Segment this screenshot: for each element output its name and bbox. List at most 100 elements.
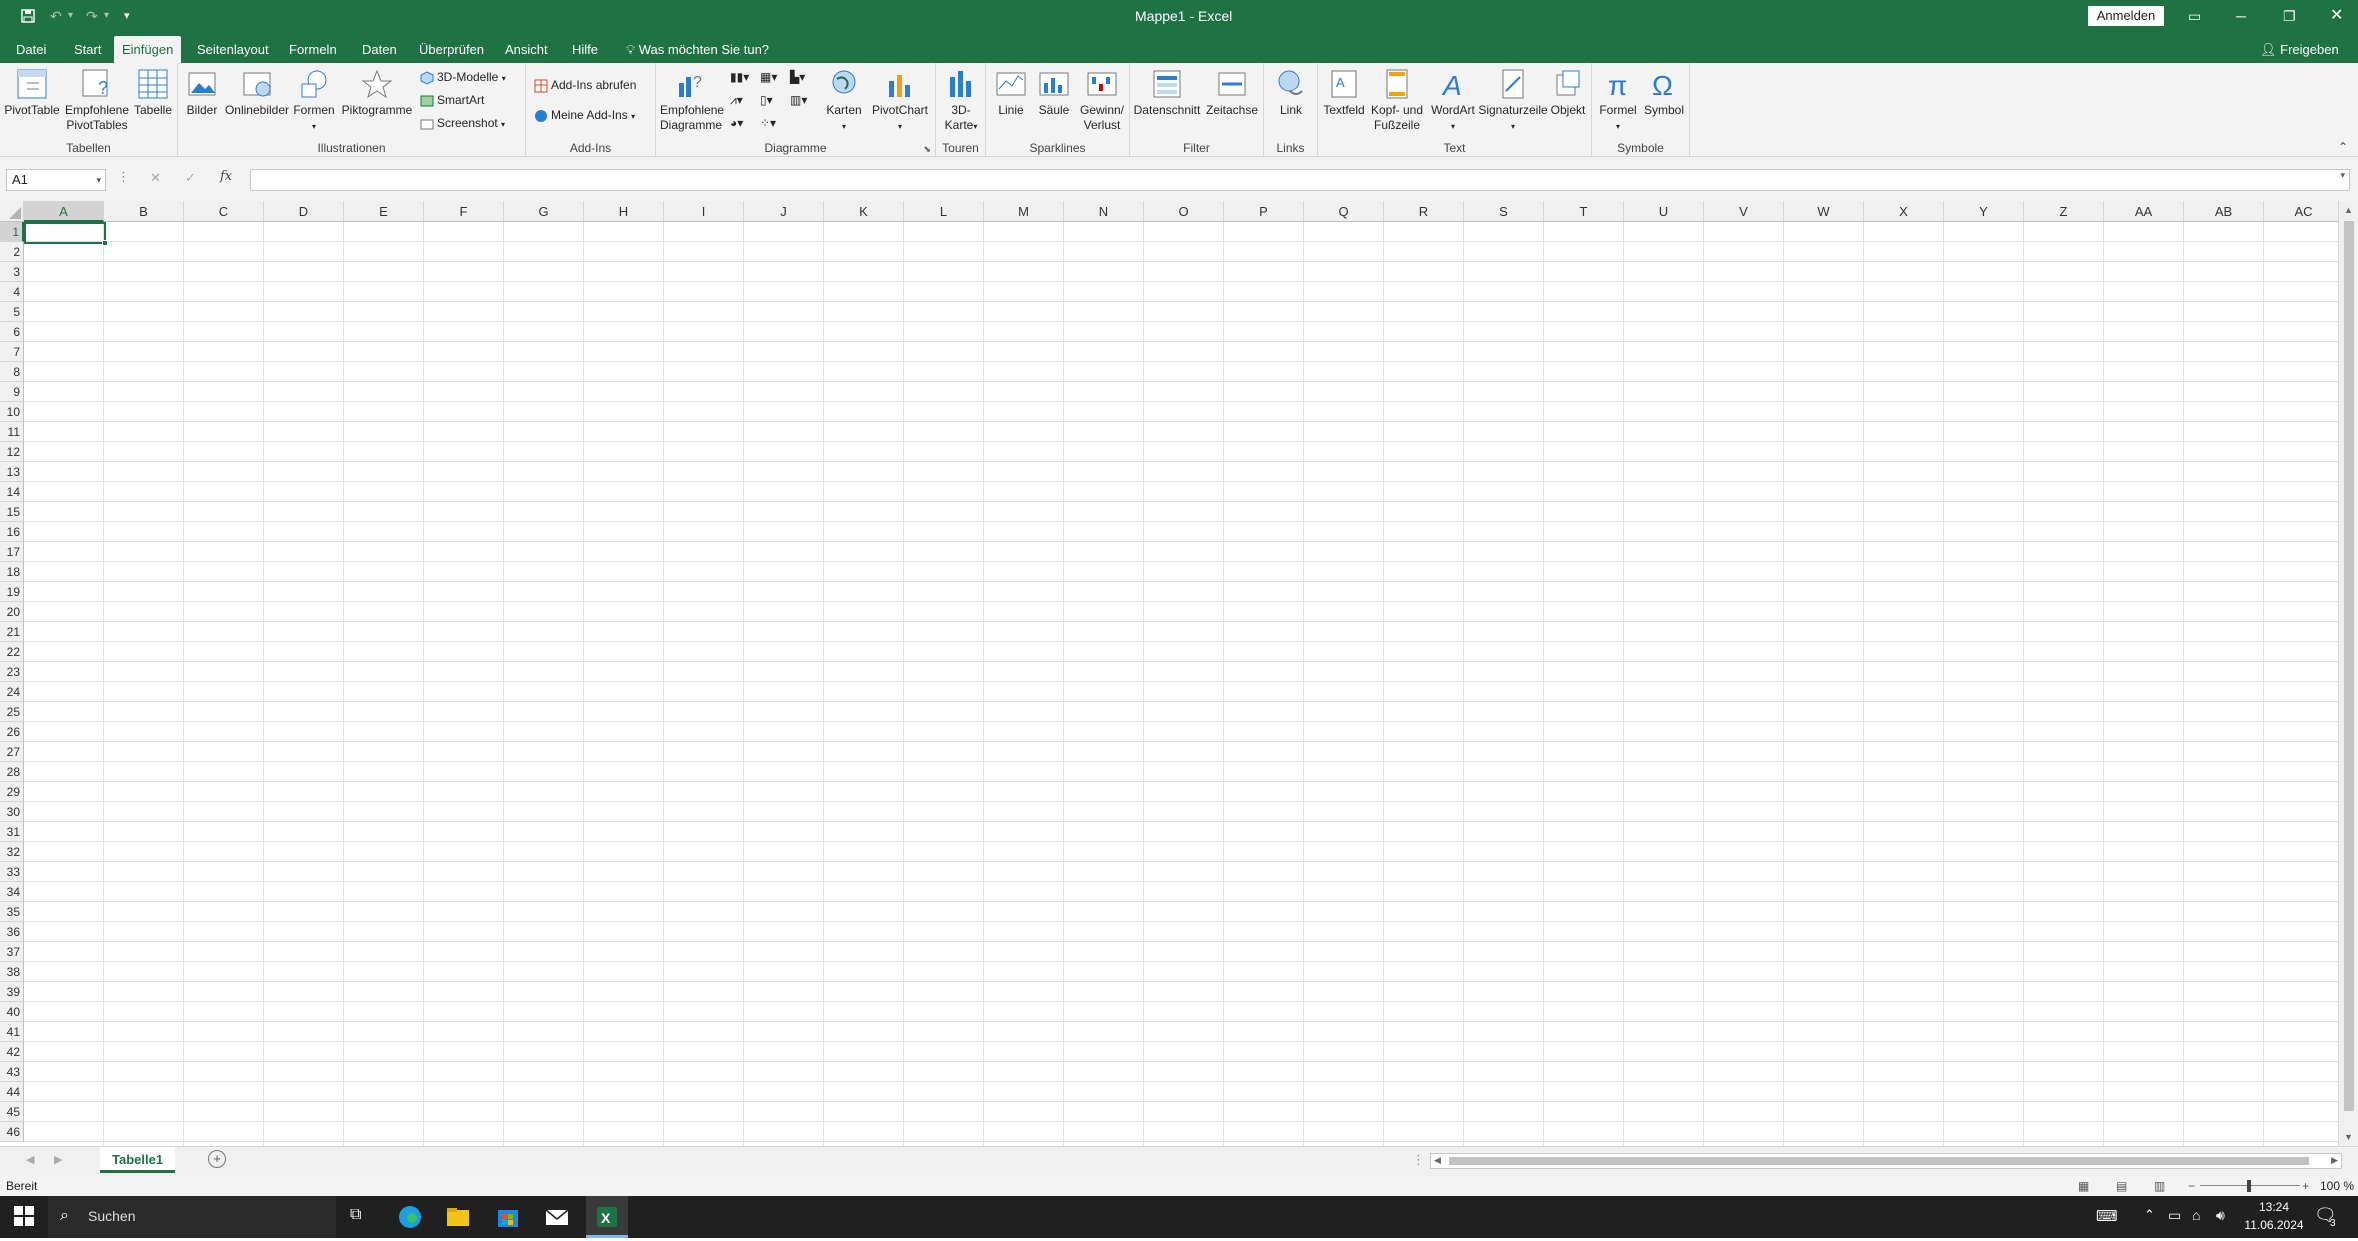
statistic-chart-icon[interactable]: ▯▾: [760, 90, 773, 110]
column-header-u[interactable]: U: [1624, 201, 1704, 222]
row-header-25[interactable]: 25: [0, 702, 24, 722]
online-pictures-button[interactable]: Onlinebilder: [224, 67, 290, 118]
row-header-33[interactable]: 33: [0, 862, 24, 882]
sparkline-line-button[interactable]: Linie: [990, 67, 1032, 118]
close-icon[interactable]: ✕: [2330, 0, 2343, 32]
column-chart-icon[interactable]: ▮▮▾: [730, 67, 749, 87]
icons-button[interactable]: Piktogramme: [340, 67, 414, 118]
select-all-corner[interactable]: [0, 201, 24, 222]
pictures-button[interactable]: Bilder: [182, 67, 222, 118]
edge-icon[interactable]: [398, 1205, 422, 1232]
minimize-icon[interactable]: ─: [2236, 0, 2246, 32]
textbox-button[interactable]: A Textfeld: [1320, 67, 1368, 118]
expand-formula-icon[interactable]: ▾: [2340, 170, 2345, 181]
row-header-6[interactable]: 6: [0, 322, 24, 342]
file-explorer-icon[interactable]: [446, 1206, 470, 1231]
row-header-10[interactable]: 10: [0, 402, 24, 422]
windows-start-icon[interactable]: [14, 1206, 34, 1229]
row-header-12[interactable]: 12: [0, 442, 24, 462]
column-header-a[interactable]: A: [24, 201, 104, 222]
column-header-t[interactable]: T: [1544, 201, 1624, 222]
insert-function-icon[interactable]: fx: [220, 169, 232, 184]
undo-dropdown-icon[interactable]: ▾: [68, 0, 73, 32]
waterfall-chart-icon[interactable]: ▙▾: [790, 67, 805, 87]
tab-einfuegen[interactable]: Einfügen: [114, 36, 182, 63]
recommended-pivottables-button[interactable]: ? Empfohlene PivotTables: [62, 67, 132, 133]
column-header-ac[interactable]: AC: [2264, 201, 2344, 222]
collapse-ribbon-icon[interactable]: ⌃: [2338, 140, 2348, 154]
row-header-18[interactable]: 18: [0, 562, 24, 582]
hierarchy-chart-icon[interactable]: ▦▾: [760, 67, 777, 87]
symbol-button[interactable]: Ω Symbol: [1642, 67, 1686, 118]
tell-me-box[interactable]: 💡︎ Was möchten Sie tun?: [618, 36, 777, 63]
signature-line-button[interactable]: Signaturzeile ▾: [1478, 67, 1548, 134]
tab-split-handle[interactable]: ⋮: [1412, 1152, 1425, 1168]
row-header-2[interactable]: 2: [0, 242, 24, 262]
row-header-34[interactable]: 34: [0, 882, 24, 902]
scatter-chart-icon[interactable]: ⁘▾: [760, 113, 776, 133]
timeline-button[interactable]: Zeitachse: [1204, 67, 1260, 118]
next-sheet-icon[interactable]: ▶: [54, 1153, 62, 1166]
tab-seitenlayout[interactable]: Seitenlayout: [189, 36, 277, 63]
zoom-slider-thumb[interactable]: [2247, 1180, 2251, 1192]
clock-date[interactable]: 11.06.2024: [2244, 1218, 2304, 1232]
tab-ueberpruefen[interactable]: Überprüfen: [411, 36, 492, 63]
pivotchart-button[interactable]: PivotChart ▾: [868, 67, 932, 134]
volume-icon[interactable]: 🔊︎: [2216, 1207, 2225, 1224]
scroll-up-icon[interactable]: ▲: [2344, 205, 2353, 215]
shapes-button[interactable]: Formen ▾: [292, 67, 336, 134]
column-header-s[interactable]: S: [1464, 201, 1544, 222]
object-button[interactable]: Objekt: [1548, 67, 1588, 118]
pivottable-button[interactable]: PivotTable: [4, 67, 60, 118]
column-header-aa[interactable]: AA: [2104, 201, 2184, 222]
row-header-5[interactable]: 5: [0, 302, 24, 322]
ms-store-icon[interactable]: [496, 1205, 520, 1232]
column-header-r[interactable]: R: [1384, 201, 1464, 222]
excel-taskbar-icon[interactable]: X: [586, 1196, 628, 1238]
customize-qat-icon[interactable]: ▾: [124, 0, 130, 32]
column-header-b[interactable]: B: [104, 201, 184, 222]
column-header-f[interactable]: F: [424, 201, 504, 222]
clock-time[interactable]: 13:24: [2244, 1200, 2304, 1214]
tab-hilfe[interactable]: Hilfe: [564, 36, 606, 63]
row-header-44[interactable]: 44: [0, 1082, 24, 1102]
row-header-11[interactable]: 11: [0, 422, 24, 442]
row-header-41[interactable]: 41: [0, 1022, 24, 1042]
meet-now-icon[interactable]: ▭: [2168, 1207, 2181, 1224]
page-layout-view-icon[interactable]: ▤: [2116, 1176, 2127, 1196]
row-header-29[interactable]: 29: [0, 782, 24, 802]
maps-button[interactable]: Karten ▾: [822, 67, 866, 134]
more-options-icon[interactable]: ⋮: [117, 169, 130, 185]
row-header-43[interactable]: 43: [0, 1062, 24, 1082]
vertical-scrollbar[interactable]: ▲ ▼: [2338, 201, 2358, 1146]
zoom-in-icon[interactable]: +: [2302, 1176, 2309, 1196]
pie-chart-icon[interactable]: ◕▾: [730, 113, 743, 133]
recommended-charts-button[interactable]: ? Empfohlene Diagramme: [660, 67, 724, 133]
column-header-p[interactable]: P: [1224, 201, 1304, 222]
zoom-out-icon[interactable]: −: [2188, 1176, 2195, 1196]
tab-daten[interactable]: Daten: [354, 36, 405, 63]
prev-sheet-icon[interactable]: ◀: [26, 1153, 34, 1166]
row-header-21[interactable]: 21: [0, 622, 24, 642]
line-chart-icon[interactable]: ⩘▾: [730, 90, 743, 110]
row-header-28[interactable]: 28: [0, 762, 24, 782]
smartart-button[interactable]: SmartArt: [420, 90, 484, 110]
tab-datei[interactable]: Datei: [8, 36, 54, 63]
redo-icon[interactable]: ↷: [86, 0, 98, 32]
column-header-m[interactable]: M: [984, 201, 1064, 222]
taskbar-search-box[interactable]: ⌕ Suchen: [48, 1196, 336, 1238]
row-header-32[interactable]: 32: [0, 842, 24, 862]
link-button[interactable]: Link: [1268, 67, 1314, 118]
row-header-26[interactable]: 26: [0, 722, 24, 742]
scroll-right-icon[interactable]: ▶: [2331, 1155, 2338, 1166]
row-header-13[interactable]: 13: [0, 462, 24, 482]
column-header-h[interactable]: H: [584, 201, 664, 222]
row-header-36[interactable]: 36: [0, 922, 24, 942]
ribbon-display-icon[interactable]: ▭: [2188, 0, 2201, 32]
network-icon[interactable]: ⌂: [2192, 1207, 2200, 1223]
task-view-icon[interactable]: ⧉: [350, 1206, 361, 1224]
row-header-15[interactable]: 15: [0, 502, 24, 522]
column-header-w[interactable]: W: [1784, 201, 1864, 222]
page-break-view-icon[interactable]: ▥: [2154, 1176, 2165, 1196]
row-header-40[interactable]: 40: [0, 1002, 24, 1022]
